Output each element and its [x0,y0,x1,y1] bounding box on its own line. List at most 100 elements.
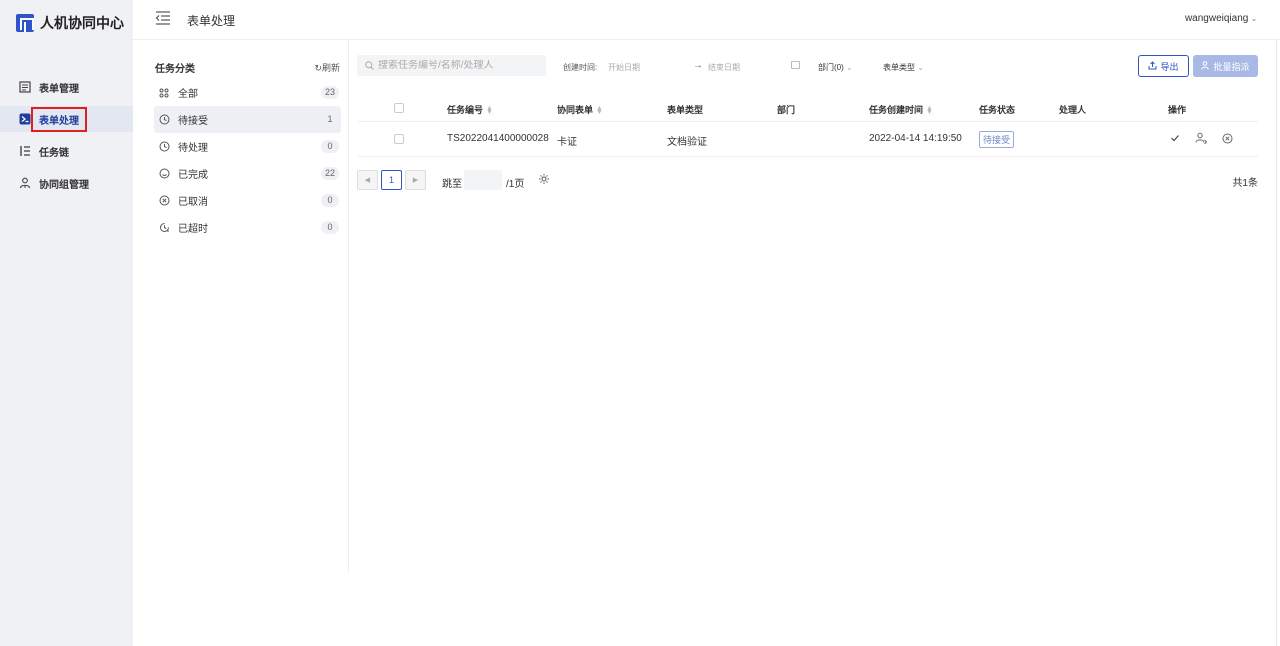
assign-user-icon[interactable] [1195,131,1207,145]
category-label: 全部 [178,89,198,100]
column-header-label: 任务创建时间 [869,105,924,115]
jump-to-label: 跳至 [442,179,462,190]
clock-icon [158,114,170,126]
start-date-input[interactable]: 开始日期 [608,62,640,73]
column-header-status: 任务状态 [979,105,1016,115]
table-row: TS2022041400000028 卡证 文档验证 2022-04-14 14… [358,122,1258,157]
nav-item-label: 表单管理 [39,83,79,95]
category-count: 23 [320,86,339,99]
search-box[interactable] [357,55,546,76]
task-table: 任务编号 ▲ ▼ 协同表单 ▲ ▼ 表单类型 部门 任务创建时间 ▲ ▼ 任务状态 处理人 … [358,94,1258,157]
search-input[interactable] [378,60,538,71]
nav-item-task-chain[interactable]: 任务链 [0,138,133,164]
department-dropdown[interactable]: 部门(0) ⌄ [818,62,853,73]
timeout-icon [158,222,170,234]
end-date-input[interactable]: 结束日期 [708,62,740,73]
chevron-left-icon: ◀ [364,177,371,184]
category-item-cancelled[interactable]: 已取消 0 [154,187,341,214]
search-icon [365,59,374,73]
refresh-button[interactable]: ↻刷新 [314,61,340,74]
category-item-pending-process[interactable]: 待处理 0 [154,133,341,160]
category-count: 0 [321,194,339,207]
status-badge: 待接受 [979,131,1015,148]
category-label: 已完成 [178,170,208,181]
top-bar: 表单处理 wangweiqiang ⌄ [133,0,1280,40]
task-chain-icon [19,145,31,157]
category-label: 已超时 [178,224,208,235]
total-pages-label: /1页 [506,179,525,190]
refresh-label: 刷新 [321,63,340,73]
refresh-icon: ↻ [314,63,322,73]
main-nav: 表单管理 表单处理 任务链 协同组管理 [0,74,133,202]
nav-item-form-management[interactable]: 表单管理 [0,74,133,100]
cell-task-id: TS2022041400000028 [447,133,549,144]
prev-page-button[interactable]: ◀ [357,170,378,190]
brand-name: 人机协同中心 [40,15,124,31]
category-panel: 任务分类 ↻刷新 全部 23 待接受 1 待处理 0 已完成 22 已取消 0 … [133,40,349,572]
column-header-task-id[interactable]: 任务编号 ▲ ▼ [447,103,493,116]
column-header-label: 任务编号 [447,105,484,115]
form-type-label: 表单类型 [883,63,915,72]
calendar-icon[interactable] [791,61,800,69]
category-label: 待接受 [178,116,208,127]
sort-icon: ▲ ▼ [486,104,493,116]
nav-item-group-management[interactable]: 协同组管理 [0,170,133,196]
left-sidebar: 人机协同中心 表单管理 表单处理 任务链 协同组管理 [0,0,133,646]
arrow-right-icon: → [693,60,703,71]
export-button[interactable]: 导出 [1138,55,1189,77]
batch-assign-label: 批量指派 [1213,61,1250,72]
column-header-form[interactable]: 协同表单 ▲ ▼ [557,103,603,116]
gear-icon[interactable] [538,173,550,185]
select-all-checkbox[interactable] [394,103,404,113]
created-time-label: 创建时间: [563,63,598,72]
nav-item-form-process[interactable]: 表单处理 [0,106,133,132]
batch-assign-button[interactable]: 批量指派 [1193,55,1258,77]
column-header-actions: 操作 [1168,105,1187,115]
category-label: 已取消 [178,197,208,208]
department-label: 部门(0) [818,63,844,72]
next-page-button[interactable]: ▶ [405,170,426,190]
user-name: wangweiqiang [1184,13,1249,24]
x-circle-icon [158,195,170,207]
sort-icon: ▲ ▼ [596,104,603,116]
category-count: 1 [327,114,333,124]
category-item-timeout[interactable]: 已超时 0 [154,214,341,241]
table-header: 任务编号 ▲ ▼ 协同表单 ▲ ▼ 表单类型 部门 任务创建时间 ▲ ▼ 任务状态 处理人 … [358,94,1258,122]
accept-check-icon[interactable] [1169,131,1181,145]
smile-icon [158,168,170,180]
category-title: 任务分类 [155,64,195,75]
clock-icon [158,141,170,153]
cell-form-type: 文档验证 [667,137,707,148]
page-number-current[interactable]: 1 [381,170,402,190]
chevron-down-icon: ⌄ [846,63,853,72]
brand: 人机协同中心 [16,13,124,33]
chevron-right-icon: ▶ [412,177,419,184]
grid-icon [158,87,170,99]
form-type-dropdown[interactable]: 表单类型 ⌄ [883,62,924,73]
group-icon [19,177,31,189]
chevron-down-icon: ⌄ [917,63,924,72]
jump-to-page-input[interactable] [464,170,502,190]
menu-collapse-icon[interactable] [155,11,171,25]
category-list: 全部 23 待接受 1 待处理 0 已完成 22 已取消 0 已超时 0 [154,79,341,241]
brand-logo-icon [16,14,34,32]
category-count: 0 [321,221,339,234]
user-menu[interactable]: wangweiqiang ⌄ [1185,13,1257,24]
nav-item-label: 任务链 [39,147,69,159]
right-divider [1276,40,1277,646]
sort-icon: ▲ ▼ [926,104,933,116]
category-item-all[interactable]: 全部 23 [154,79,341,106]
category-item-completed[interactable]: 已完成 22 [154,160,341,187]
column-header-label: 协同表单 [557,105,594,115]
row-checkbox[interactable] [394,134,404,144]
nav-item-label: 协同组管理 [39,179,89,191]
cancel-circle-icon[interactable] [1221,131,1233,145]
total-count: 共1条 [1232,178,1258,189]
column-header-created-time[interactable]: 任务创建时间 ▲ ▼ [869,103,933,116]
category-label: 待处理 [178,143,208,154]
category-item-pending-accept[interactable]: 待接受 1 [154,106,341,133]
column-header-form-type: 表单类型 [667,105,704,115]
cell-form: 卡证 [557,137,577,148]
export-icon [1148,60,1157,72]
export-label: 导出 [1160,61,1179,72]
